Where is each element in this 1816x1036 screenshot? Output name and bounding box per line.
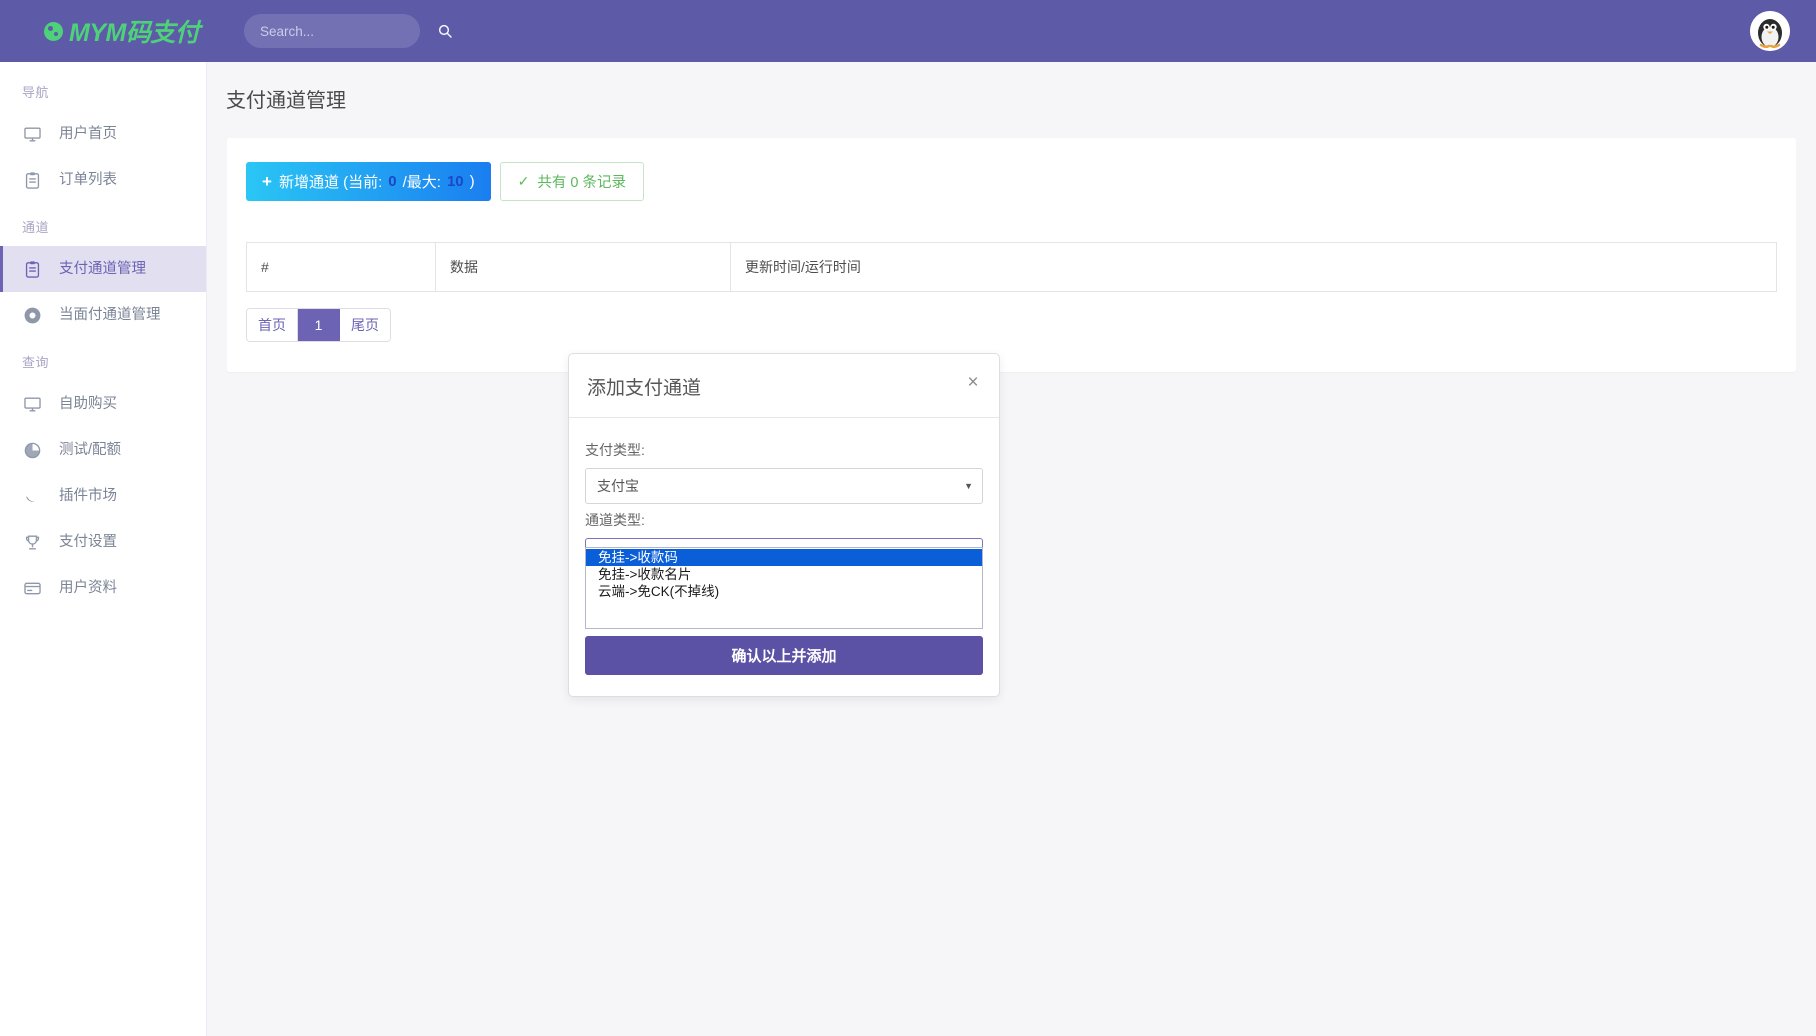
sidebar-group-title-channel: 通道	[0, 203, 206, 246]
modal-title: 添加支付通道	[587, 373, 981, 400]
penguin-avatar-icon	[1750, 11, 1790, 51]
monitor-icon	[22, 394, 42, 414]
channel-type-label: 通道类型:	[585, 510, 983, 530]
plus-icon: +	[262, 173, 272, 190]
sidebar-item-plugin-market[interactable]: 插件市场	[0, 473, 206, 519]
sidebar-group-title-query: 查询	[0, 338, 206, 381]
search-input[interactable]	[260, 24, 437, 39]
content-card: + 新增通道 (当前: 0/最大: 10) ✓ 共有 0 条记录 # 数据 更新时…	[227, 138, 1796, 372]
sidebar-item-label: 用户首页	[59, 127, 117, 142]
sidebar-item-label: 自助购买	[59, 397, 117, 412]
sidebar-item-user-profile[interactable]: 用户资料	[0, 565, 206, 611]
page-title: 支付通道管理	[207, 62, 1816, 113]
add-channel-current: 0	[388, 173, 396, 190]
pay-type-label: 支付类型:	[585, 440, 983, 460]
table-head: # 数据 更新时间/运行时间	[247, 243, 1777, 292]
sidebar-item-label: 支付设置	[59, 535, 117, 550]
pay-type-group: 支付类型: 支付宝 ▼	[585, 440, 983, 504]
pagination: 首页 1 尾页	[246, 308, 391, 342]
check-icon: ✓	[518, 173, 530, 190]
sidebar-item-label: 支付通道管理	[59, 262, 146, 277]
record-count-label: 共有 0 条记录	[537, 171, 626, 192]
table-header-row: # 数据 更新时间/运行时间	[247, 243, 1777, 292]
channel-option-0[interactable]: 免挂->收款码	[586, 549, 982, 566]
channel-option-1[interactable]: 免挂->收款名片	[586, 566, 982, 583]
card-icon	[22, 578, 42, 598]
app-root: MYM码支付	[0, 0, 1816, 1036]
chevron-down-icon: ▼	[964, 481, 973, 491]
record-count-button[interactable]: ✓ 共有 0 条记录	[500, 162, 644, 201]
sidebar-item-label: 插件市场	[59, 489, 117, 504]
add-payment-channel-modal: 添加支付通道 × 支付类型: 支付宝 ▼ 通道类型: 免挂->收款码 ▼ 免挂-…	[568, 353, 1000, 697]
sidebar-item-label: 用户资料	[59, 581, 117, 596]
pagination-last-page[interactable]: 尾页	[340, 309, 390, 341]
user-avatar[interactable]	[1750, 11, 1790, 51]
brand-title: MYM码支付	[69, 13, 199, 49]
pay-type-selected-value: 支付宝	[597, 476, 639, 496]
pay-type-select[interactable]: 支付宝 ▼	[585, 468, 983, 504]
confirm-add-button[interactable]: 确认以上并添加	[585, 636, 983, 675]
logo-mark-icon	[44, 22, 63, 41]
channel-option-2[interactable]: 云端->免CK(不掉线)	[586, 583, 982, 600]
top-bar: MYM码支付	[0, 0, 1816, 62]
sidebar-item-order-list[interactable]: 订单列表	[0, 157, 206, 203]
trophy-icon	[22, 532, 42, 552]
brand-area: MYM码支付	[0, 0, 240, 62]
table-header-time: 更新时间/运行时间	[731, 243, 1777, 292]
sidebar-item-label: 当面付通道管理	[59, 308, 161, 323]
channel-type-dropdown-menu: 免挂->收款码 免挂->收款名片 云端->免CK(不掉线)	[585, 547, 983, 629]
moon-icon	[22, 486, 42, 506]
sidebar-item-payment-channel-manage[interactable]: 支付通道管理	[0, 246, 206, 292]
channel-table: # 数据 更新时间/运行时间	[246, 242, 1777, 292]
monitor-icon	[22, 124, 42, 144]
pagination-first-page[interactable]: 首页	[247, 309, 298, 341]
main-content: 支付通道管理 + 新增通道 (当前: 0/最大: 10) ✓ 共有 0 条记录 #…	[207, 62, 1816, 1036]
add-channel-suffix: )	[470, 173, 475, 190]
lifebuoy-icon	[22, 305, 42, 325]
brand-logo-link[interactable]: MYM码支付	[44, 13, 199, 49]
sidebar-item-label: 测试/配额	[59, 443, 121, 458]
channel-type-group: 通道类型: 免挂->收款码 ▼ 免挂->收款码 免挂->收款名片 云端->免CK…	[585, 510, 983, 574]
dropdown-spacer	[586, 600, 982, 628]
search-icon[interactable]	[437, 23, 453, 39]
table-header-data: 数据	[436, 243, 731, 292]
add-channel-button[interactable]: + 新增通道 (当前: 0/最大: 10)	[246, 162, 491, 201]
close-icon[interactable]: ×	[962, 371, 984, 393]
sidebar-item-label: 订单列表	[59, 173, 117, 188]
sidebar-item-self-purchase[interactable]: 自助购买	[0, 381, 206, 427]
clipboard-icon	[22, 259, 42, 279]
sidebar: 导航 用户首页 订单列表 通道	[0, 62, 207, 1036]
toolbar: + 新增通道 (当前: 0/最大: 10) ✓ 共有 0 条记录	[246, 162, 1777, 201]
clipboard-icon	[22, 170, 42, 190]
add-channel-prefix: 新增通道 (当前:	[279, 171, 382, 192]
sidebar-group-title-nav: 导航	[0, 68, 206, 111]
modal-footer: 确认以上并添加	[569, 636, 999, 696]
sidebar-item-facepay-channel-manage[interactable]: 当面付通道管理	[0, 292, 206, 338]
sidebar-item-user-home[interactable]: 用户首页	[0, 111, 206, 157]
pagination-page-1[interactable]: 1	[298, 309, 340, 341]
table-header-index: #	[247, 243, 436, 292]
sidebar-item-payment-settings[interactable]: 支付设置	[0, 519, 206, 565]
pie-chart-icon	[22, 440, 42, 460]
search-box[interactable]	[244, 14, 420, 48]
sidebar-item-test-quota[interactable]: 测试/配额	[0, 427, 206, 473]
modal-header: 添加支付通道 ×	[569, 354, 999, 418]
add-channel-middle: /最大:	[403, 171, 441, 192]
modal-body: 支付类型: 支付宝 ▼ 通道类型: 免挂->收款码 ▼ 免挂->收款码 免挂->…	[569, 418, 999, 614]
add-channel-max: 10	[447, 173, 464, 190]
topbar-right	[1750, 0, 1790, 62]
